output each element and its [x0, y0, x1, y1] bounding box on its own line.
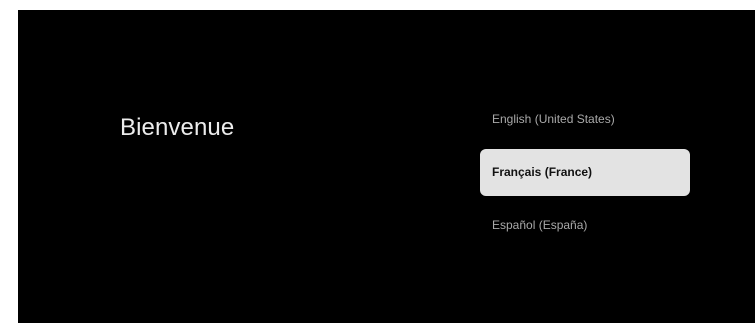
- language-list: English (United States) Français (France…: [480, 96, 690, 255]
- language-option-francais-france[interactable]: Français (France): [480, 149, 690, 196]
- welcome-title: Bienvenue: [120, 114, 235, 141]
- language-option-espanol-espana[interactable]: Español (España): [480, 202, 690, 249]
- language-option-english-us[interactable]: English (United States): [480, 96, 690, 143]
- welcome-screen: Bienvenue English (United States) França…: [18, 10, 755, 323]
